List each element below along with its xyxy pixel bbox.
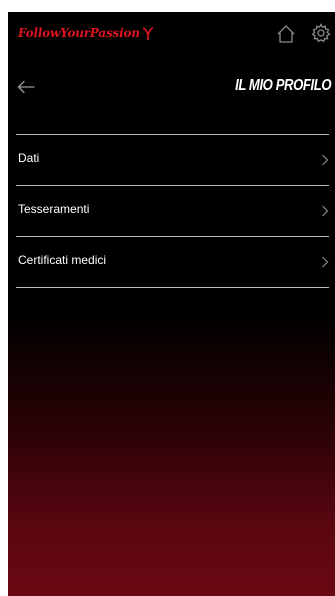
top-bar: FollowYourPassion bbox=[8, 12, 335, 54]
menu-item-certificati-medici[interactable]: Certificati medici bbox=[16, 237, 329, 287]
menu-item-label: Dati bbox=[18, 151, 40, 165]
app-screen: FollowYourPassion IL MIO PROFILO Dati Te… bbox=[8, 12, 335, 596]
brand-mark-icon bbox=[142, 26, 154, 40]
menu-item-label: Certificati medici bbox=[18, 253, 107, 267]
back-arrow-icon[interactable] bbox=[17, 80, 35, 94]
gear-icon[interactable] bbox=[311, 23, 331, 43]
chevron-right-icon bbox=[322, 256, 329, 268]
menu-item-dati[interactable]: Dati bbox=[16, 135, 329, 185]
page-title: IL MIO PROFILO bbox=[234, 77, 331, 94]
menu-item-label: Tesseramenti bbox=[18, 202, 90, 216]
brand-logo[interactable]: FollowYourPassion bbox=[18, 26, 154, 41]
chevron-right-icon bbox=[322, 154, 329, 166]
divider bbox=[16, 287, 329, 288]
brand-logo-text: FollowYourPassion bbox=[18, 26, 140, 40]
profile-menu: Dati Tesseramenti Certificati medici bbox=[16, 134, 329, 288]
menu-item-tesseramenti[interactable]: Tesseramenti bbox=[16, 186, 329, 236]
home-icon[interactable] bbox=[276, 24, 296, 44]
chevron-right-icon bbox=[322, 205, 329, 217]
